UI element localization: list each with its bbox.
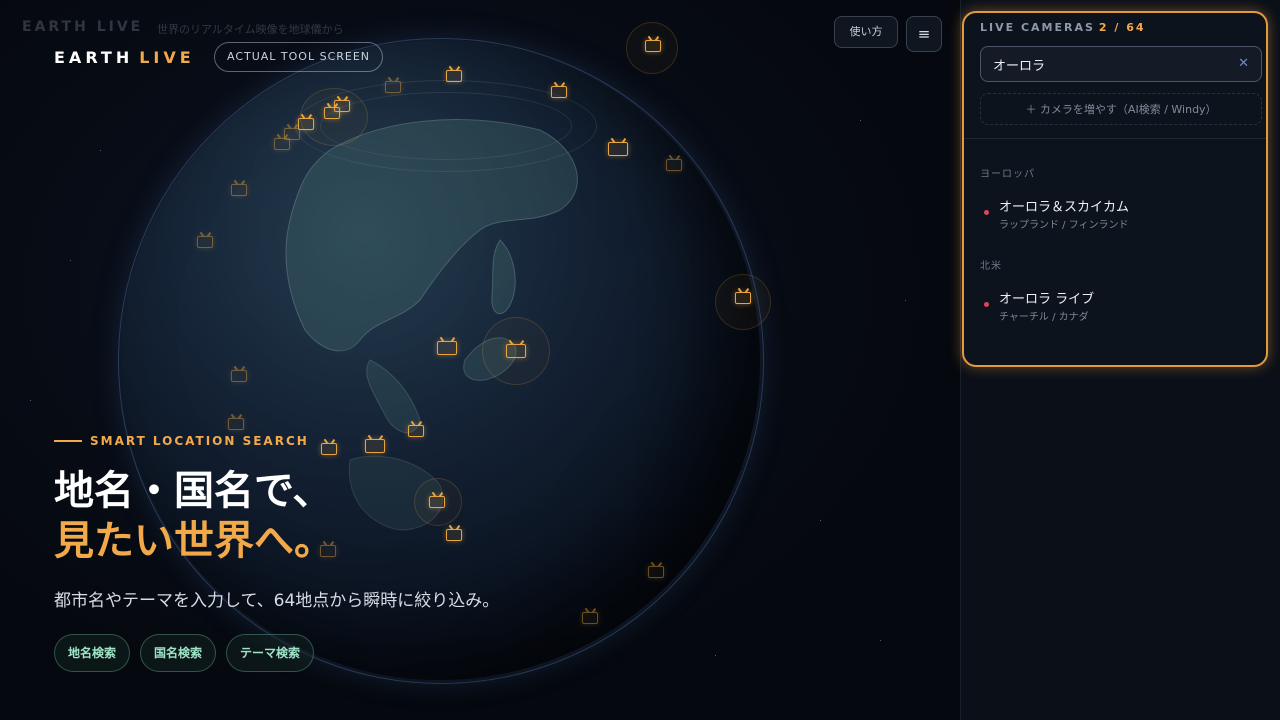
camera-list-item[interactable]: オーロラ＆スカイカム ラップランド / フィンランド <box>980 194 1260 234</box>
camera-location: ラップランド / フィンランド <box>999 220 1129 231</box>
help-button[interactable]: 使い方 <box>834 16 898 48</box>
camera-count: 2 / 64 <box>1098 21 1146 34</box>
menu-button[interactable]: ≡ <box>906 16 942 52</box>
brand-earth: EARTH <box>54 48 134 67</box>
camera-marker[interactable] <box>551 86 567 98</box>
camera-marker[interactable] <box>231 370 247 382</box>
kicker-text: SMART LOCATION SEARCH <box>90 434 309 448</box>
camera-marker[interactable] <box>334 100 350 112</box>
group-label-europe: ヨーロッパ <box>980 169 1035 180</box>
camera-list-item[interactable]: オーロラ ライブ チャーチル / カナダ <box>980 286 1260 326</box>
live-status-dot <box>984 302 989 307</box>
star <box>820 520 821 521</box>
panel-title: LIVE CAMERAS 2 / 64 <box>980 21 1146 34</box>
globe-stage[interactable] <box>0 0 960 720</box>
camera-marker[interactable] <box>608 142 628 156</box>
star <box>30 400 31 401</box>
camera-marker[interactable] <box>385 81 401 93</box>
hero-title-line2: 見たい世界へ。 <box>54 518 334 564</box>
camera-marker[interactable] <box>274 138 290 150</box>
tool-screen-badge: ACTUAL TOOL SCREEN <box>214 42 384 72</box>
camera-marker[interactable] <box>645 40 661 52</box>
panel-divider <box>964 138 1266 139</box>
camera-marker[interactable] <box>582 612 598 624</box>
star <box>905 300 906 301</box>
ghost-brand: EARTH LIVE <box>22 19 144 35</box>
live-cameras-panel: LIVE CAMERAS2 / 64 ✕ ＋ カメラを増やす（AI検索 / Wi… <box>962 11 1268 367</box>
kicker-line <box>54 440 82 442</box>
camera-marker[interactable] <box>437 341 457 355</box>
camera-marker[interactable] <box>429 496 445 508</box>
camera-marker[interactable] <box>298 118 314 130</box>
ghost-tagline: 世界のリアルタイム映像を地球儀から <box>157 23 344 36</box>
camera-location: チャーチル / カナダ <box>999 312 1089 323</box>
camera-marker[interactable] <box>408 425 424 437</box>
star <box>880 640 881 641</box>
search-type-chips: 地名検索 国名検索 テーマ検索 <box>54 634 315 672</box>
camera-marker[interactable] <box>666 159 682 171</box>
hero-title: 地名・国名で、 見たい世界へ。 <box>54 466 334 566</box>
hamburger-icon: ≡ <box>917 25 931 43</box>
camera-marker[interactable] <box>321 443 337 455</box>
hero-lead: 都市名やテーマを入力して、64地点から瞬時に絞り込み。 <box>54 591 500 611</box>
chip-theme-search[interactable]: テーマ検索 <box>226 634 315 672</box>
group-label-north-america: 北米 <box>980 261 1002 272</box>
camera-marker[interactable] <box>228 418 244 430</box>
camera-search-input[interactable] <box>993 47 1223 81</box>
star <box>860 120 861 121</box>
camera-marker[interactable] <box>446 70 462 82</box>
camera-marker[interactable] <box>365 439 385 453</box>
star <box>70 260 71 261</box>
add-camera-button[interactable]: ＋ カメラを増やす（AI検索 / Windy） <box>980 93 1262 125</box>
camera-search-box[interactable]: ✕ <box>980 46 1262 82</box>
chip-place-search[interactable]: 地名検索 <box>54 634 131 672</box>
camera-marker[interactable] <box>446 529 462 541</box>
chip-country-search[interactable]: 国名検索 <box>140 634 217 672</box>
clear-search-icon[interactable]: ✕ <box>1238 56 1249 71</box>
live-status-dot <box>984 210 989 215</box>
camera-marker[interactable] <box>231 184 247 196</box>
hero-kicker: SMART LOCATION SEARCH <box>54 434 309 448</box>
camera-marker[interactable] <box>197 236 213 248</box>
camera-marker[interactable] <box>648 566 664 578</box>
panel-title-text: LIVE CAMERAS <box>980 21 1095 34</box>
star <box>100 150 101 151</box>
camera-marker[interactable] <box>506 344 526 358</box>
camera-name: オーロラ ライブ <box>999 292 1095 307</box>
brand-live: LIVE <box>139 48 195 67</box>
camera-name: オーロラ＆スカイカム <box>999 200 1130 215</box>
hero-title-line1: 地名・国名で、 <box>54 468 333 514</box>
brand-logo[interactable]: EARTH LIVE <box>54 48 195 67</box>
camera-marker[interactable] <box>735 292 751 304</box>
